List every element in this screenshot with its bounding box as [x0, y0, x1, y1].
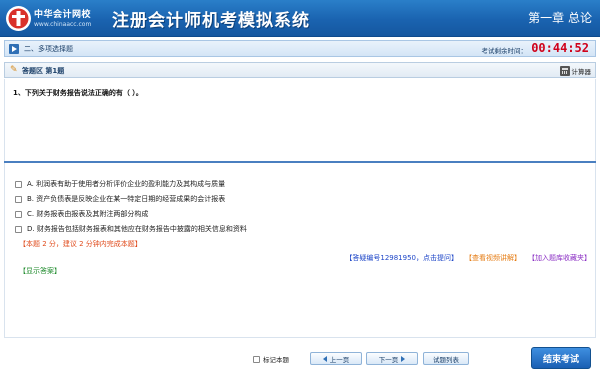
- mark-checkbox[interactable]: [253, 355, 260, 363]
- option-d-checkbox[interactable]: [15, 225, 22, 233]
- chapter-title: 第一章 总论: [528, 11, 592, 25]
- answer-area-bar: ✎ 答题区 第1题 计算器: [4, 62, 596, 78]
- option-b-label: B. 资产负债表是反映企业在某一特定日期的经营成果的会计报表: [27, 195, 226, 203]
- option-d[interactable]: D. 财务报告包括财务报表和其他应在财务报告中披露的相关信息和资料: [15, 223, 247, 235]
- ask-question-link[interactable]: 【答疑编号12981950，点击提问】: [345, 253, 458, 263]
- mark-label: 标记本题: [263, 356, 289, 364]
- option-a[interactable]: A. 利润表有助于使用者分析评价企业的盈利能力及其构成与质量: [15, 178, 225, 190]
- prev-page-label: 上一页: [329, 355, 350, 364]
- question-list-button[interactable]: 试题列表: [423, 352, 469, 365]
- option-a-checkbox[interactable]: [15, 180, 22, 188]
- calculator-button[interactable]: 计算器: [559, 65, 592, 76]
- footer-toolbar: 标记本题 上一页 下一页 试题列表 结束考试: [0, 340, 600, 379]
- show-answer-link[interactable]: 【显示答案】: [19, 266, 61, 276]
- app-header: 中华会计网校 www.chinaacc.com 注册会计师机考模拟系统 第一章 …: [0, 0, 600, 37]
- video-explain-link[interactable]: 【查看视频讲解】: [465, 253, 521, 263]
- logo-url: www.chinaacc.com: [34, 21, 92, 28]
- option-c-checkbox[interactable]: [15, 210, 22, 218]
- logo-icon: [6, 6, 31, 31]
- timer-label: 考试剩余时间：: [481, 47, 528, 55]
- score-hint: 【本题 2 分，建议 2 分钟内完成本题】: [19, 240, 142, 248]
- section-title: 二、多项选择题: [24, 45, 73, 53]
- mark-question[interactable]: 标记本题: [253, 354, 289, 364]
- answer-area-title: 答题区 第1题: [22, 67, 65, 75]
- end-exam-button[interactable]: 结束考试: [531, 347, 591, 369]
- calculator-icon: [559, 65, 570, 76]
- pencil-icon: ✎: [10, 65, 18, 75]
- section-bar: 二、多项选择题 考试剩余时间： 00:44:52: [4, 40, 596, 57]
- calculator-label: 计算器: [571, 67, 592, 76]
- question-links: 【答疑编号12981950，点击提问】 【查看视频讲解】 【加入题库收藏夹】: [345, 253, 591, 263]
- option-c[interactable]: C. 财务报表由报表及其附注两部分构成: [15, 208, 148, 220]
- option-a-label: A. 利润表有助于使用者分析评价企业的盈利能力及其构成与质量: [27, 180, 226, 188]
- system-title: 注册会计师机考模拟系统: [112, 11, 310, 31]
- option-b[interactable]: B. 资产负债表是反映企业在某一特定日期的经营成果的会计报表: [15, 193, 225, 205]
- question-list-label: 试题列表: [433, 355, 459, 364]
- option-d-label: D. 财务报告包括财务报表和其他应在财务报告中披露的相关信息和资料: [27, 225, 247, 233]
- question-text: 1、下列关于财务报告说法正确的有（ ）。: [13, 89, 143, 97]
- arrow-left-icon: [322, 355, 327, 362]
- next-page-button[interactable]: 下一页: [366, 352, 418, 365]
- option-c-label: C. 财务报表由报表及其附注两部分构成: [27, 210, 149, 218]
- timer-value: 00:44:52: [531, 41, 589, 55]
- add-favorite-link[interactable]: 【加入题库收藏夹】: [528, 253, 591, 263]
- play-arrow-icon: [9, 44, 19, 54]
- option-b-checkbox[interactable]: [15, 195, 22, 203]
- question-area: 1、下列关于财务报告说法正确的有（ ）。: [4, 79, 596, 161]
- prev-page-button[interactable]: 上一页: [310, 352, 362, 365]
- options-area: A. 利润表有助于使用者分析评价企业的盈利能力及其构成与质量 B. 资产负债表是…: [4, 163, 596, 338]
- arrow-right-icon: [401, 355, 406, 362]
- logo-text: 中华会计网校: [34, 10, 92, 20]
- next-page-label: 下一页: [378, 355, 399, 364]
